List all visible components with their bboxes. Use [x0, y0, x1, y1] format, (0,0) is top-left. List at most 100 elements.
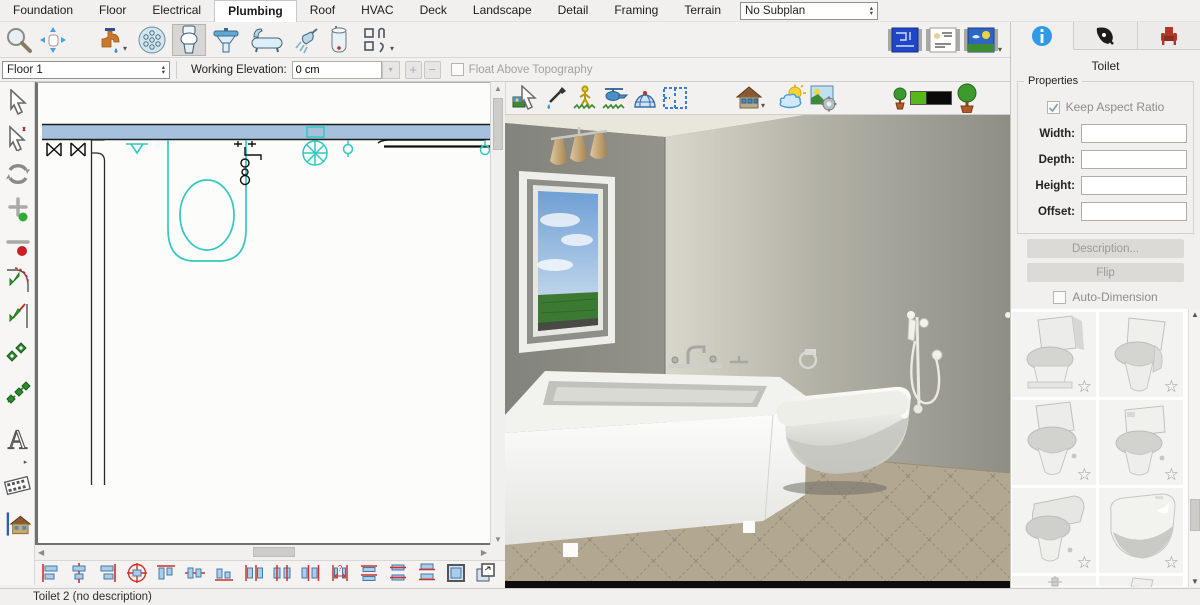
add-point-tool-button[interactable] [4, 196, 31, 223]
width-field[interactable] [1081, 124, 1187, 143]
spline-tool-button[interactable] [4, 338, 31, 365]
fillet-corner-tool-button[interactable] [4, 266, 31, 293]
flip-button[interactable]: Flip [1027, 263, 1184, 282]
library-scroll-thumb[interactable] [1190, 499, 1200, 531]
teal-valve-symbol[interactable] [126, 144, 148, 153]
library-item-wall-hung-toilet[interactable]: ☆ [1098, 487, 1184, 574]
tab-furniture-library[interactable] [1138, 22, 1200, 49]
align-vertical-centers-button[interactable] [68, 562, 90, 584]
distribute-bottom-edges-button[interactable] [416, 562, 438, 584]
effects-button[interactable] [808, 83, 838, 113]
menu-tab-roof[interactable]: Roof [297, 0, 348, 22]
select-3d-button[interactable] [510, 83, 540, 113]
library-item-one-piece-toilet[interactable]: ☆ [1011, 487, 1097, 574]
menu-tab-hvac[interactable]: HVAC [348, 0, 406, 22]
water-heater-tool-button[interactable] [322, 24, 356, 56]
toilet-plan-symbol[interactable] [168, 140, 246, 261]
view-elevation-button[interactable] [924, 26, 962, 54]
fly-around-button[interactable] [600, 83, 630, 113]
walkthrough-house-button[interactable]: ▾ [730, 83, 770, 113]
spline-chain-tool-button[interactable] [4, 380, 31, 407]
library-item-two-piece-toilet-c[interactable]: ☆ [1011, 399, 1097, 486]
menu-tab-landscape[interactable]: Landscape [460, 0, 545, 22]
shower-tool-button[interactable] [288, 24, 322, 56]
mixer-chain-symbol[interactable] [234, 141, 261, 185]
library-item-two-piece-toilet-a[interactable]: ☆ [1011, 311, 1097, 398]
plan-2d-canvas[interactable] [35, 82, 490, 545]
view-3d-button[interactable] [962, 26, 1000, 54]
distribute-left-edges-button[interactable] [242, 562, 264, 584]
straighten-corner-tool-button[interactable] [4, 302, 31, 329]
tab-inspector-pen[interactable] [1074, 22, 1137, 49]
menu-tab-electrical[interactable]: Electrical [139, 0, 214, 22]
plan-vscroll-thumb[interactable] [493, 98, 503, 150]
view-3d-canvas[interactable] [505, 115, 1010, 588]
counter-lines[interactable] [378, 140, 490, 147]
description-button[interactable]: Description... [1027, 239, 1184, 258]
menu-tab-framing[interactable]: Framing [601, 0, 671, 22]
floor-selector[interactable]: Floor 1 ▴▾ [2, 61, 170, 79]
sink-tool-button[interactable] [206, 24, 246, 56]
tree-growth-slider[interactable] [910, 91, 952, 105]
tab-object-info[interactable] [1011, 22, 1074, 50]
distribute-centers-v-button[interactable] [387, 562, 409, 584]
interior-wall-plan[interactable] [92, 140, 105, 485]
favorite-star-icon[interactable]: ☆ [1077, 377, 1092, 397]
elevation-line-tool-button[interactable] [4, 510, 31, 537]
menu-tab-deck[interactable]: Deck [407, 0, 460, 22]
zoom-tool-button[interactable] [2, 24, 36, 56]
shower-head-symbol[interactable] [344, 140, 353, 157]
library-item-two-piece-toilet-b[interactable]: ☆ [1098, 311, 1184, 398]
favorite-star-icon[interactable]: ☆ [1077, 553, 1092, 573]
favorite-star-icon[interactable]: ☆ [1164, 465, 1179, 485]
remove-point-tool-button[interactable] [4, 232, 31, 259]
distribute-right-edges-button[interactable] [300, 562, 322, 584]
float-above-topography-checkbox[interactable] [451, 63, 464, 76]
menu-tab-floor[interactable]: Floor [86, 0, 139, 22]
height-field[interactable] [1081, 176, 1187, 195]
align-top-edges-button[interactable] [155, 562, 177, 584]
material-picker-button[interactable] [540, 83, 570, 113]
faucet-tool-button[interactable]: ▾ [92, 24, 132, 56]
elevation-decrease-button[interactable]: − [424, 61, 441, 79]
look-around-button[interactable] [630, 83, 660, 113]
environment-button[interactable] [778, 83, 808, 113]
elevation-increase-button[interactable]: + [405, 61, 422, 79]
align-horizontal-centers-button[interactable] [184, 562, 206, 584]
floor-drain-tool-button[interactable] [132, 24, 172, 56]
menu-tab-detail[interactable]: Detail [545, 0, 602, 22]
pan-tool-button[interactable] [36, 24, 70, 56]
plan-vertical-scrollbar[interactable]: ▲ ▼ [490, 82, 505, 545]
rotate-tool-button[interactable] [4, 160, 31, 187]
subplan-selector[interactable]: No Subplan ▴▾ [740, 2, 878, 20]
toilet-tool-button[interactable] [172, 24, 206, 56]
text-tool-button[interactable]: A [4, 426, 31, 453]
library-item-toilet-partial[interactable] [1098, 575, 1184, 587]
bathtub-tool-button[interactable] [246, 24, 288, 56]
align-bottom-edges-button[interactable] [213, 562, 235, 584]
favorite-star-icon[interactable]: ☆ [1164, 377, 1179, 397]
menu-tab-plumbing[interactable]: Plumbing [214, 0, 297, 22]
favorite-star-icon[interactable]: ☆ [1077, 465, 1092, 485]
plan-horizontal-scrollbar[interactable]: ◀ ▶ [35, 545, 490, 560]
valve-symbol[interactable] [47, 143, 85, 156]
wall-plan[interactable] [42, 125, 490, 140]
select-tool-button[interactable] [4, 88, 31, 115]
movie-camera-tool-button[interactable] [4, 472, 31, 499]
select-special-tool-button[interactable] [4, 124, 31, 151]
view-2d-plan-button[interactable] [886, 26, 924, 54]
walk-mode-button[interactable] [570, 83, 600, 113]
space-equally-button[interactable]: ? [329, 562, 351, 584]
window-3d[interactable] [519, 171, 615, 353]
menu-tab-terrain[interactable]: Terrain [671, 0, 734, 22]
center-in-plan-button[interactable] [126, 562, 148, 584]
custom-pipeline-tool-button[interactable]: ▾ [356, 24, 400, 56]
elevation-dropdown-button[interactable]: ▾ [382, 61, 400, 79]
library-item-two-piece-toilet-d[interactable]: ☆ [1098, 399, 1184, 486]
depth-field[interactable] [1081, 150, 1187, 169]
distribute-top-edges-button[interactable] [358, 562, 380, 584]
offset-field[interactable] [1081, 202, 1187, 221]
floor-plan-camera-button[interactable] [660, 83, 690, 113]
make-same-size-button[interactable] [445, 562, 467, 584]
keep-aspect-ratio-checkbox[interactable] [1047, 101, 1060, 114]
